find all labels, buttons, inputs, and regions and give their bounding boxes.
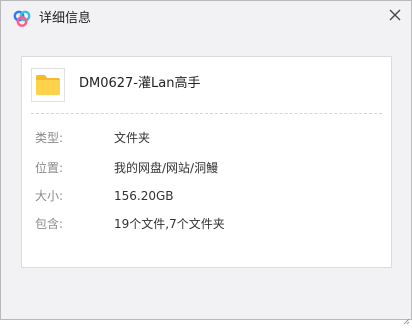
folder-icon <box>36 75 60 95</box>
type-value: 文件夹 <box>114 131 151 145</box>
close-icon[interactable] <box>385 5 405 25</box>
file-details-dialog: 详细信息 DM0627-灌Lan高手 类型: 文件夹 位置: 我的网盘/网站/洞… <box>0 0 412 325</box>
title-bar[interactable]: 详细信息 <box>1 1 411 37</box>
location-label: 位置: <box>35 161 64 175</box>
dialog-title: 详细信息 <box>39 11 92 26</box>
contents-label: 包含: <box>35 217 64 231</box>
baidu-netdisk-logo-icon <box>12 9 32 29</box>
resize-grip-icon[interactable] <box>402 310 410 325</box>
location-value[interactable]: 我的网盘/网站/洞鰻 <box>114 160 218 176</box>
divider <box>31 113 382 114</box>
size-label: 大小: <box>35 189 64 203</box>
type-label: 类型: <box>35 131 64 145</box>
file-name: DM0627-灌Lan高手 <box>79 76 201 91</box>
details-panel: DM0627-灌Lan高手 类型: 文件夹 位置: 我的网盘/网站/洞鰻 大小:… <box>21 56 392 268</box>
contents-value: 19个文件,7个文件夹 <box>114 217 225 231</box>
size-value: 156.20GB <box>114 189 174 203</box>
file-thumbnail <box>31 68 65 102</box>
